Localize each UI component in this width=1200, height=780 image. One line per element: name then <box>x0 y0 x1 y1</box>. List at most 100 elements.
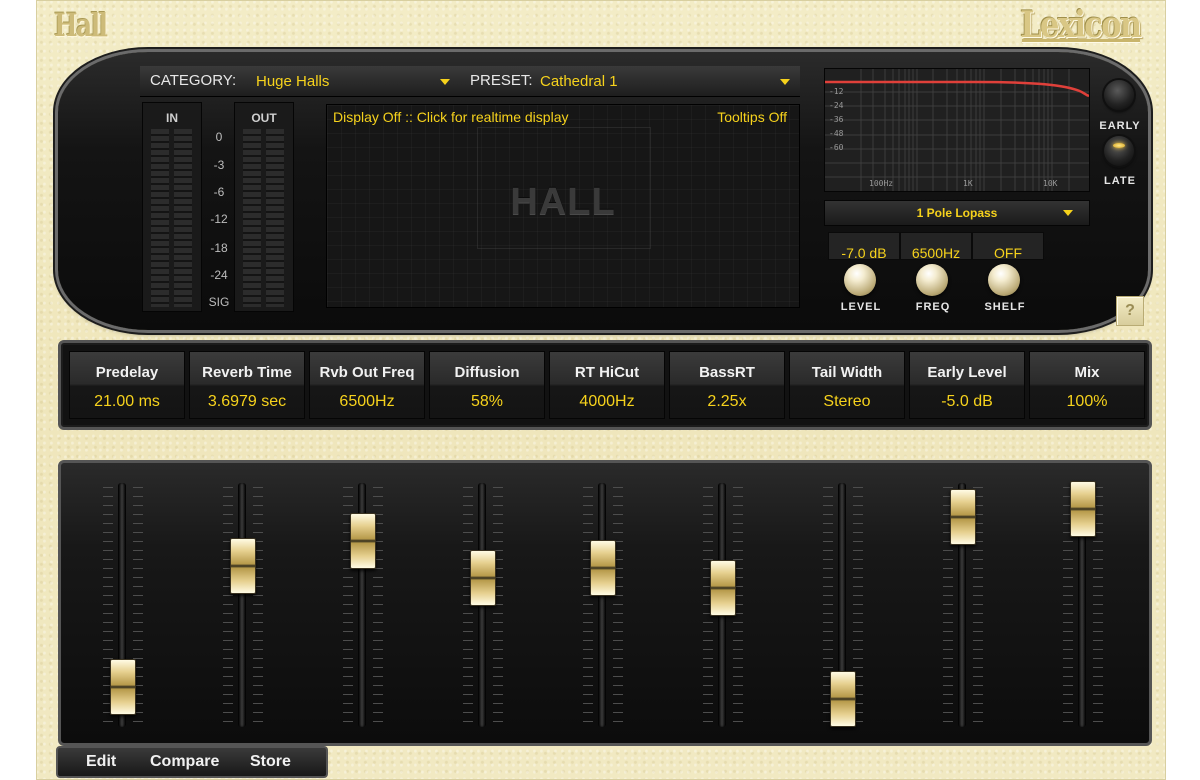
param-cell[interactable]: RT HiCut 4000Hz <box>549 351 665 419</box>
freq-value-text: 6500Hz <box>911 245 961 261</box>
param-name: RT HiCut <box>574 364 640 381</box>
meter-scale-label: -3 <box>213 158 225 172</box>
edit-button[interactable]: Edit <box>86 753 116 771</box>
param-cell[interactable]: Diffusion 58% <box>429 351 545 419</box>
category-dropdown[interactable]: Huge Halls <box>256 73 329 90</box>
param-value[interactable]: 2.25x <box>670 393 784 411</box>
meter-scale-label: -24 <box>210 268 228 282</box>
fader[interactable] <box>453 483 513 727</box>
param-name: Rvb Out Freq <box>319 364 415 381</box>
level-knob-label: LEVEL <box>840 301 882 313</box>
eq-graph-svg <box>825 69 1089 191</box>
fader-handle[interactable] <box>110 659 136 715</box>
param-name: Predelay <box>95 364 159 381</box>
fader-track[interactable] <box>598 483 606 727</box>
param-value[interactable]: Stereo <box>790 393 904 411</box>
param-value[interactable]: 6500Hz <box>310 393 424 411</box>
param-name: Early Level <box>927 364 1007 381</box>
fader-handle[interactable] <box>830 671 856 727</box>
param-name: Diffusion <box>454 364 520 381</box>
fader[interactable] <box>933 483 993 727</box>
param-name: Tail Width <box>811 364 883 381</box>
late-label: LATE <box>1104 175 1136 187</box>
compare-button[interactable]: Compare <box>150 753 219 771</box>
output-meter-label: OUT <box>251 111 277 125</box>
param-name: Reverb Time <box>202 364 292 381</box>
preset-dropdown[interactable]: Cathedral 1 <box>540 73 618 90</box>
plugin-window: Hall Lexicon CATEGORY: Huge Halls PRESET… <box>36 0 1166 780</box>
fader-handle[interactable] <box>230 538 256 594</box>
preset-chevron-down-icon[interactable] <box>780 79 790 85</box>
late-button[interactable] <box>1104 136 1134 166</box>
shelf-knob-label: SHELF <box>984 301 1026 313</box>
eq-db-label: -36 <box>829 115 844 124</box>
level-value: -7.0 dB <box>828 232 900 261</box>
fader[interactable] <box>213 483 273 727</box>
freq-value: 6500Hz <box>900 232 972 261</box>
param-cell[interactable]: Predelay 21.00 ms <box>69 351 185 419</box>
param-cell[interactable]: Mix 100% <box>1029 351 1145 419</box>
shelf-value-text: OFF <box>994 245 1022 261</box>
param-value[interactable]: 4000Hz <box>550 393 664 411</box>
fader[interactable] <box>813 483 873 727</box>
eq-db-label: -48 <box>829 129 844 138</box>
fader-handle[interactable] <box>590 540 616 596</box>
fader-track[interactable] <box>238 483 246 727</box>
fader-handle[interactable] <box>1070 481 1096 537</box>
output-meter: OUT <box>234 102 294 312</box>
output-meter-right <box>266 129 284 307</box>
eq-db-label: -60 <box>829 143 844 152</box>
early-button[interactable] <box>1104 80 1134 110</box>
fader[interactable] <box>93 483 153 727</box>
param-cell[interactable]: Tail Width Stereo <box>789 351 905 419</box>
shelf-knob[interactable] <box>988 264 1020 296</box>
eq-freq-label: 10K <box>1043 179 1058 188</box>
fader-handle[interactable] <box>710 560 736 616</box>
tooltips-toggle[interactable]: Tooltips Off <box>717 109 787 125</box>
fader[interactable] <box>333 483 393 727</box>
parameter-panel: Predelay 21.00 ms Reverb Time 3.6979 sec Rvb… <box>58 340 1152 430</box>
param-value[interactable]: 21.00 ms <box>70 393 184 411</box>
param-name: Mix <box>1074 364 1100 381</box>
fader[interactable] <box>693 483 753 727</box>
category-chevron-down-icon[interactable] <box>440 79 450 85</box>
param-value[interactable]: 58% <box>430 393 544 411</box>
eq-freq-label: 100Hz <box>869 179 894 188</box>
realtime-display[interactable]: Display Off :: Click for realtime displa… <box>326 104 800 308</box>
selector-bar: CATEGORY: Huge Halls PRESET: Cathedral 1 <box>140 66 800 97</box>
freq-knob-label: FREQ <box>915 301 951 313</box>
meter-scale-label: -18 <box>210 241 228 255</box>
fader-handle[interactable] <box>470 550 496 606</box>
category-label: CATEGORY: <box>150 72 237 89</box>
param-cell[interactable]: BassRT 2.25x <box>669 351 785 419</box>
input-meter-right <box>174 129 192 307</box>
param-value[interactable]: 3.6979 sec <box>190 393 304 411</box>
fader[interactable] <box>1053 481 1113 727</box>
store-button[interactable]: Store <box>250 753 291 771</box>
eq-graph[interactable]: -12 -24 -36 -48 -60 100Hz 1K 10K <box>824 68 1090 192</box>
display-message[interactable]: Display Off :: Click for realtime displa… <box>333 109 568 125</box>
fader[interactable] <box>573 483 633 727</box>
output-meter-left <box>243 129 261 307</box>
param-name: BassRT <box>699 364 755 381</box>
footer-toolbar: Edit Compare Store <box>56 746 328 778</box>
fader-handle[interactable] <box>950 489 976 545</box>
eq-db-label: -24 <box>829 101 844 110</box>
fader-panel <box>58 460 1152 746</box>
eq-freq-label: 1K <box>963 179 973 188</box>
fader-ticks-left <box>583 487 593 723</box>
eq-grid <box>825 69 1089 191</box>
param-value[interactable]: -5.0 dB <box>910 393 1024 411</box>
freq-knob[interactable] <box>916 264 948 296</box>
plugin-title: Hall <box>54 6 108 44</box>
early-label: EARLY <box>1099 120 1141 132</box>
fader-handle[interactable] <box>350 513 376 569</box>
param-cell[interactable]: Early Level -5.0 dB <box>909 351 1025 419</box>
filter-type-dropdown[interactable]: 1 Pole Lopass <box>824 200 1090 226</box>
param-cell[interactable]: Reverb Time 3.6979 sec <box>189 351 305 419</box>
level-knob[interactable] <box>844 264 876 296</box>
help-button[interactable]: ? <box>1116 296 1144 326</box>
param-cell[interactable]: Rvb Out Freq 6500Hz <box>309 351 425 419</box>
fader-ticks-left <box>223 487 233 723</box>
param-value[interactable]: 100% <box>1030 393 1144 411</box>
